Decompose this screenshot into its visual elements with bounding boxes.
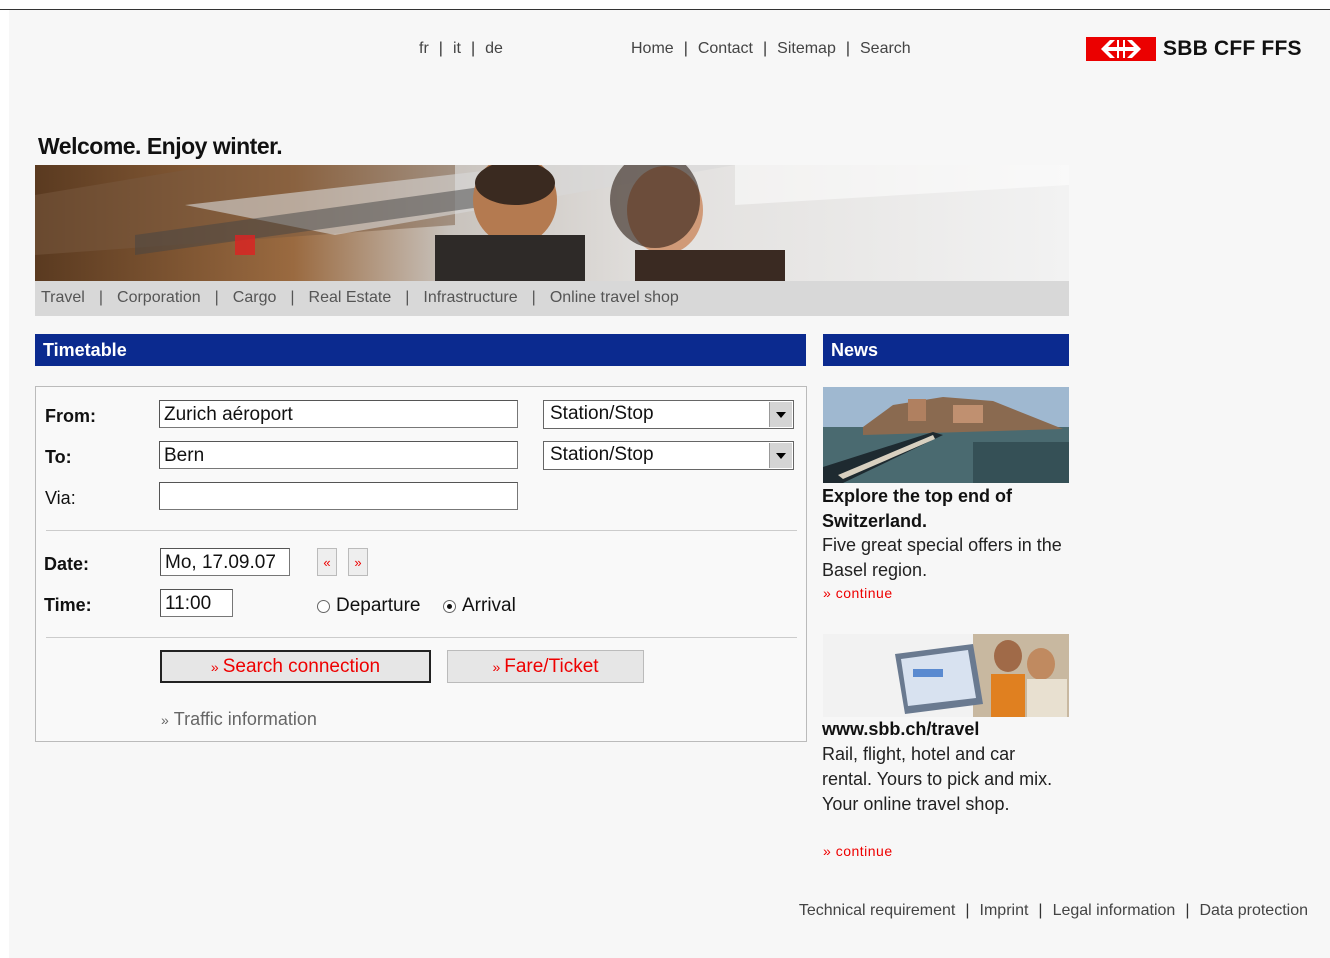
separator: | bbox=[214, 289, 219, 306]
news-item-text: Five great special offers in the Basel r… bbox=[822, 535, 1062, 580]
from-input[interactable]: Zurich aéroport bbox=[159, 400, 518, 428]
double-chevron-right-icon: » bbox=[161, 712, 169, 728]
separator: | bbox=[438, 40, 443, 57]
separator: | bbox=[965, 902, 970, 919]
home-link[interactable]: Home bbox=[631, 40, 674, 57]
legal-information-link[interactable]: Legal information bbox=[1053, 902, 1176, 919]
to-type-select[interactable]: Station/Stop bbox=[543, 441, 794, 470]
from-type-select[interactable]: Station/Stop bbox=[543, 400, 794, 429]
nav-corporation[interactable]: Corporation bbox=[117, 289, 201, 306]
fare-ticket-button[interactable]: » Fare/Ticket bbox=[447, 650, 644, 683]
continue-label: continue bbox=[835, 585, 893, 601]
lang-it-link[interactable]: it bbox=[453, 40, 461, 57]
nav-real-estate[interactable]: Real Estate bbox=[309, 289, 392, 306]
time-input[interactable]: 11:00 bbox=[160, 589, 233, 617]
hero-image bbox=[35, 165, 1069, 281]
continue-link[interactable]: » continue bbox=[823, 843, 893, 859]
separator: | bbox=[290, 289, 295, 306]
nav-online-travel-shop[interactable]: Online travel shop bbox=[550, 289, 679, 306]
date-input[interactable]: Mo, 17.09.07 bbox=[160, 548, 290, 576]
timetable-form: From: Zurich aéroport Station/Stop To: B… bbox=[35, 386, 807, 742]
arrival-radio[interactable]: Arrival bbox=[443, 595, 516, 617]
section-navigation: Travel | Corporation | Cargo | Real Estate | Inf… bbox=[35, 281, 1069, 316]
previous-day-button[interactable]: « bbox=[317, 548, 337, 576]
divider bbox=[46, 530, 797, 531]
sbb-arrows-icon bbox=[1086, 37, 1156, 61]
departure-label: Departure bbox=[336, 595, 421, 616]
double-chevron-right-icon: » bbox=[823, 585, 836, 601]
separator: | bbox=[531, 289, 536, 306]
search-link[interactable]: Search bbox=[860, 40, 911, 57]
double-chevron-right-icon: » bbox=[492, 658, 501, 675]
language-switcher: fr | it | de bbox=[419, 40, 503, 58]
from-label: From: bbox=[45, 406, 96, 426]
top-navigation: Home | Contact | Sitemap | Search bbox=[631, 40, 911, 58]
nav-cargo[interactable]: Cargo bbox=[233, 289, 277, 306]
imprint-link[interactable]: Imprint bbox=[980, 902, 1029, 919]
news-item-title[interactable]: www.sbb.ch/travel bbox=[822, 717, 1062, 742]
news-item-text: Rail, flight, hotel and car rental. Your… bbox=[822, 744, 1053, 814]
separator: | bbox=[762, 40, 768, 57]
traffic-information-link[interactable]: » Traffic information bbox=[161, 709, 317, 730]
data-protection-link[interactable]: Data protection bbox=[1199, 902, 1308, 919]
sbb-logo[interactable]: SBB CFF FFS bbox=[1086, 37, 1302, 61]
traffic-information-label: Traffic information bbox=[173, 709, 317, 729]
next-day-button[interactable]: » bbox=[348, 548, 368, 576]
separator: | bbox=[845, 40, 850, 57]
separator: | bbox=[98, 289, 104, 306]
arrival-label: Arrival bbox=[462, 595, 516, 616]
chevron-down-icon[interactable] bbox=[769, 443, 792, 468]
separator: | bbox=[1038, 902, 1043, 919]
separator: | bbox=[1185, 902, 1190, 919]
via-label: Via: bbox=[45, 488, 76, 508]
timetable-header: Timetable bbox=[35, 334, 806, 366]
to-type-value: Station/Stop bbox=[550, 444, 654, 465]
radio-circle-selected[interactable] bbox=[443, 599, 456, 613]
double-chevron-right-icon: » bbox=[210, 658, 219, 675]
news-title: News bbox=[831, 340, 879, 360]
continue-label: continue bbox=[835, 843, 893, 859]
time-label: Time: bbox=[44, 595, 92, 615]
news-header: News bbox=[823, 334, 1069, 366]
fare-ticket-label: Fare/Ticket bbox=[504, 655, 599, 677]
to-label: To: bbox=[45, 447, 72, 467]
lang-fr-link[interactable]: fr bbox=[419, 40, 429, 57]
lang-de-link[interactable]: de bbox=[485, 40, 503, 57]
news-item-title[interactable]: Explore the top end of Switzerland. bbox=[822, 484, 1062, 534]
technical-requirement-link[interactable]: Technical requirement bbox=[799, 902, 956, 919]
contact-link[interactable]: Contact bbox=[698, 40, 753, 57]
continue-link[interactable]: » continue bbox=[823, 585, 893, 601]
date-label: Date: bbox=[44, 554, 90, 574]
nav-infrastructure[interactable]: Infrastructure bbox=[423, 289, 517, 306]
radio-circle[interactable] bbox=[317, 599, 330, 613]
departure-radio[interactable]: Departure bbox=[317, 595, 421, 617]
nav-travel[interactable]: Travel bbox=[41, 289, 85, 306]
news-image-basel[interactable] bbox=[823, 387, 1069, 483]
sitemap-link[interactable]: Sitemap bbox=[777, 40, 836, 57]
footer-links: Technical requirement | Imprint | Legal info… bbox=[799, 902, 1308, 920]
news-image-travel[interactable] bbox=[823, 634, 1069, 717]
timetable-title: Timetable bbox=[43, 340, 127, 360]
divider bbox=[46, 637, 797, 638]
separator: | bbox=[405, 289, 410, 306]
page-title: Welcome. Enjoy winter. bbox=[38, 133, 283, 159]
from-type-value: Station/Stop bbox=[550, 403, 654, 424]
search-connection-label: Search connection bbox=[222, 655, 381, 677]
separator: | bbox=[683, 40, 688, 57]
to-input[interactable]: Bern bbox=[159, 441, 518, 469]
double-chevron-right-icon: » bbox=[823, 843, 836, 859]
search-connection-button[interactable]: » Search connection bbox=[160, 650, 431, 683]
chevron-down-icon[interactable] bbox=[769, 402, 792, 427]
separator: | bbox=[470, 40, 476, 57]
logo-text: SBB CFF FFS bbox=[1163, 37, 1302, 60]
via-input[interactable] bbox=[159, 482, 518, 510]
